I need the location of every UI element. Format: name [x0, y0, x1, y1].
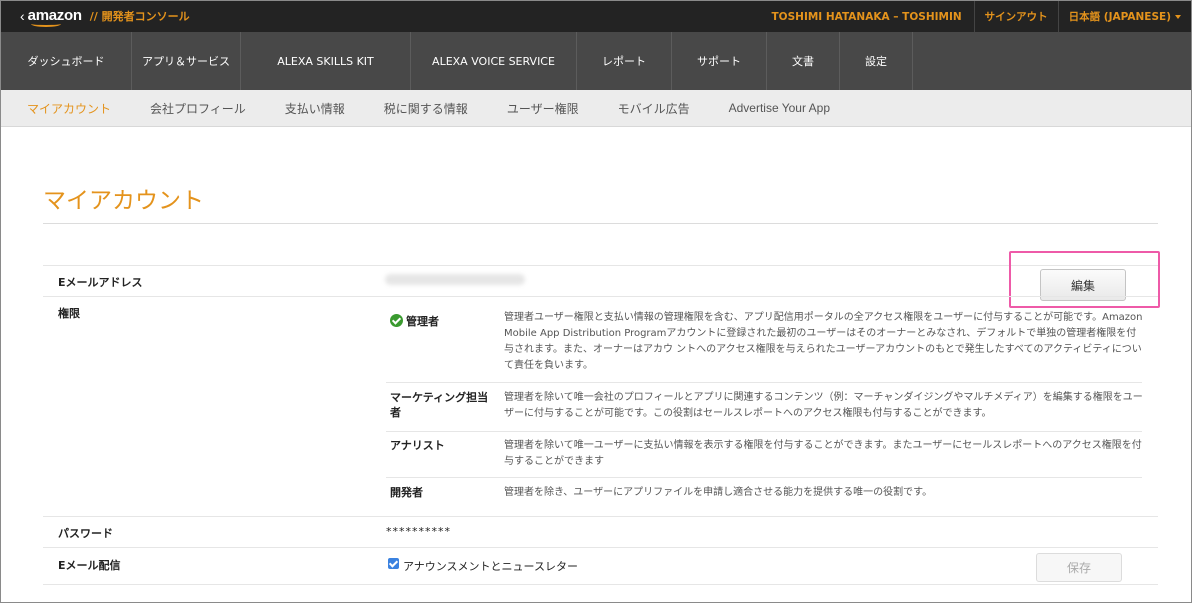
role-name: アナリスト — [390, 439, 445, 452]
subnav-tax-info[interactable]: 税に関する情報 — [384, 100, 468, 117]
subnav-payment-info[interactable]: 支払い情報 — [285, 100, 345, 117]
page-title: マイアカウント — [43, 188, 204, 214]
subnav-mobile-ads[interactable]: モバイル広告 — [618, 100, 690, 117]
newsletter-checkbox[interactable] — [388, 558, 399, 569]
nav-settings[interactable]: 設定 — [840, 32, 913, 93]
subnav-user-permissions[interactable]: ユーザー権限 — [507, 100, 579, 117]
role-description: 管理者を除き、ユーザーにアプリファイルを申請し適合させる能力を提供する唯一の役割… — [504, 487, 933, 498]
role-name: 管理者 — [390, 314, 495, 329]
amazon-smile-icon — [31, 21, 61, 27]
nav-documentation[interactable]: 文書 — [767, 32, 840, 90]
role-description: 管理者を除いて唯一会社のプロフィールとアプリに関連するコンテンツ（例：マーチャン… — [504, 392, 1143, 419]
password-value: ********** — [386, 525, 451, 538]
user-name[interactable]: TOSHIMI HATANAKA – TOSHIMIN — [762, 1, 974, 32]
password-label: パスワード — [58, 527, 113, 540]
row-divider — [43, 265, 1158, 266]
email-delivery-label: Eメール配信 — [58, 559, 121, 572]
permissions-label: 権限 — [58, 307, 80, 320]
nav-alexa-voice-service[interactable]: ALEXA VOICE SERVICE — [411, 32, 577, 90]
caret-down-icon — [1175, 14, 1181, 19]
nav-reports[interactable]: レポート — [577, 32, 672, 90]
language-selector[interactable]: 日本語 (JAPANESE) — [1057, 1, 1191, 32]
row-divider — [43, 296, 1158, 297]
newsletter-label[interactable]: アナウンスメントとニュースレター — [403, 558, 578, 574]
role-description: 管理者ユーザー権限と支払い情報の管理権限を含む、アプリ配信用ポータルの全アクセス… — [504, 312, 1143, 371]
nav-apps-services[interactable]: アプリ＆サービス — [132, 32, 241, 90]
role-description: 管理者を除いて唯一ユーザーに支払い情報を表示する権限を付与することができます。ま… — [504, 440, 1142, 467]
console-subtitle: // 開発者コンソール — [89, 9, 190, 23]
email-value-redacted — [385, 274, 525, 285]
check-circle-icon — [390, 314, 403, 327]
language-label: 日本語 (JAPANESE) — [1068, 11, 1171, 23]
role-divider — [386, 477, 1142, 478]
subnav-company-profile[interactable]: 会社プロフィール — [150, 100, 246, 117]
subnav-advertise-your-app[interactable]: Advertise Your App — [729, 101, 830, 115]
nav-dashboard[interactable]: ダッシュボード — [1, 32, 132, 90]
save-button[interactable]: 保存 — [1036, 553, 1122, 582]
role-divider — [386, 431, 1142, 432]
back-chevron-icon[interactable]: ‹ — [20, 8, 25, 24]
title-divider — [43, 223, 1158, 224]
nav-support[interactable]: サポート — [672, 32, 767, 90]
signout-link[interactable]: サインアウト — [973, 1, 1058, 32]
top-bar: ‹ amazon // 開発者コンソール TOSHIMI HATANAKA – … — [1, 1, 1191, 32]
email-label: Eメールアドレス — [58, 276, 143, 289]
window: ‹ amazon // 開発者コンソール TOSHIMI HATANAKA – … — [0, 0, 1192, 603]
main-nav: ダッシュボード アプリ＆サービス ALEXA SKILLS KIT ALEXA … — [1, 32, 1191, 93]
role-name: マーケティング担当者 — [390, 391, 489, 419]
row-divider — [43, 547, 1158, 548]
role-name: 開発者 — [390, 486, 423, 499]
row-divider — [43, 516, 1158, 517]
nav-alexa-skills-kit[interactable]: ALEXA SKILLS KIT — [241, 32, 411, 90]
sub-nav: マイアカウント 会社プロフィール 支払い情報 税に関する情報 ユーザー権限 モバ… — [1, 90, 1191, 127]
row-divider — [43, 584, 1158, 585]
subnav-my-account[interactable]: マイアカウント — [27, 100, 111, 117]
top-right-menu: TOSHIMI HATANAKA – TOSHIMIN サインアウト 日本語 (… — [762, 1, 1192, 32]
role-divider — [386, 382, 1142, 383]
